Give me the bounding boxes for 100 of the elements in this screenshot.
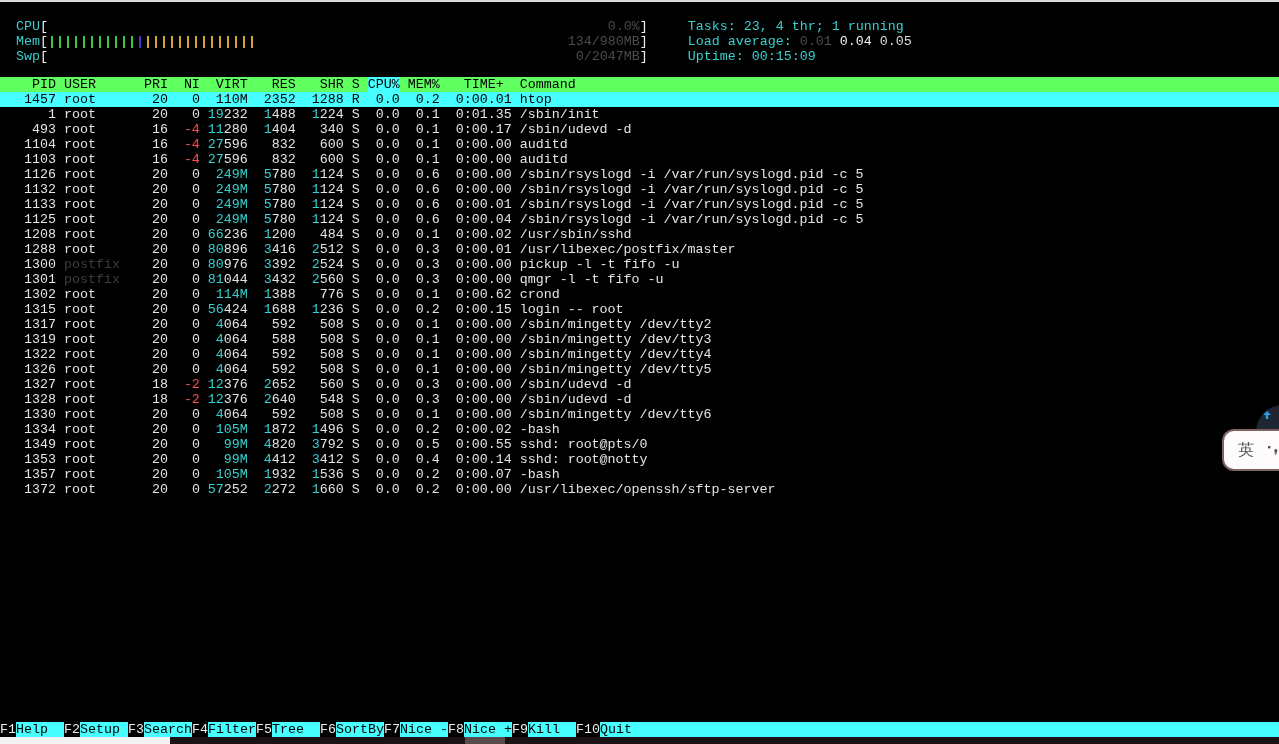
process-row[interactable]: 1126 root 20 0 249M 5780 1124 S 0.0 0.6 0:00.00 /sbin/rsyslogd -i /var/run/syslogd.pid -c 5 — [0, 167, 864, 182]
memory-percent-cell-text: 0.2 — [414, 422, 440, 437]
process-row[interactable]: 1357 root 20 0 105M 1932 1536 S 0.0 0.2 0:00.07 -bash — [0, 467, 560, 482]
punctuation-icon[interactable] — [1268, 445, 1278, 455]
process-row[interactable]: 1288 root 20 0 80896 3416 2512 S 0.0 0.3 0:00.01 /usr/libexec/postfix/master — [0, 242, 736, 257]
resident-memory-cell-text: 5780 — [262, 167, 296, 182]
process-row[interactable]: 1208 root 20 0 66236 1200 484 S 0.0 0.1 0:00.02 /usr/sbin/sshd — [0, 227, 632, 242]
virtual-memory-cell: 27596 — [207, 137, 248, 152]
cpu-percent-cell-text: 0.0 — [374, 302, 400, 317]
column-header[interactable]: MEM% — [407, 77, 440, 92]
user-cell-text: root — [63, 92, 97, 107]
process-row[interactable]: 1300 postfix 20 0 80976 3392 2524 S 0.0 0.3 0:00.00 pickup -l -t fifo -u — [0, 257, 680, 272]
pid-cell-text: 1300 — [23, 257, 56, 272]
nice-cell-text: -4 — [182, 122, 200, 137]
command-cell: /sbin/mingetty /dev/tty5 — [519, 362, 712, 377]
process-row[interactable]: 1317 root 20 0 4064 592 508 S 0.0 0.1 0:00.00 /sbin/mingetty /dev/tty2 — [0, 317, 712, 332]
process-row[interactable]: 1334 root 20 0 105M 1872 1496 S 0.0 0.2 0:00.02 -bash — [0, 422, 560, 437]
process-row[interactable]: 1103 root 16 -4 27596 832 600 S 0.0 0.1 0:00.00 auditd — [0, 152, 568, 167]
load-average-value: 0.05 — [879, 34, 912, 49]
function-key-button[interactable]: F6SortBy — [319, 722, 384, 737]
meter-bracket: ] — [639, 49, 648, 64]
memory-percent-cell-text: 0.2 — [414, 467, 440, 482]
process-row[interactable]: 1372 root 20 0 57252 2272 1660 S 0.0 0.2 0:00.00 /usr/libexec/openssh/sftp-server — [0, 482, 776, 497]
state-cell: S — [351, 377, 360, 392]
process-row[interactable]: 1133 root 20 0 249M 5780 1124 S 0.0 0.6 0:00.01 /sbin/rsyslogd -i /var/run/syslogd.pid -c 5 — [0, 197, 864, 212]
state-cell: S — [351, 227, 360, 242]
process-row[interactable]: 1301 postfix 20 0 81044 3432 2560 S 0.0 0.3 0:00.00 qmgr -l -t fifo -u — [0, 272, 664, 287]
process-row[interactable]: 1326 root 20 0 4064 592 508 S 0.0 0.1 0:00.00 /sbin/mingetty /dev/tty5 — [0, 362, 712, 377]
cpu-percent-cell-text: 0.0 — [374, 377, 400, 392]
column-header[interactable]: RES — [255, 77, 296, 92]
meter-bracket: [ — [40, 34, 48, 49]
time-cell-text: 0:00.55 — [454, 437, 512, 452]
process-row[interactable]: 1302 root 20 0 114M 1388 776 S 0.0 0.1 0:00.62 crond — [0, 287, 560, 302]
column-header[interactable]: SHR — [303, 77, 344, 92]
shared-memory-cell-text: 1224 — [310, 107, 344, 122]
process-row[interactable]: 1353 root 20 0 99M 4412 3412 S 0.0 0.4 0:00.14 sshd: root@notty — [0, 452, 648, 467]
shared-memory-cell-text: 3792 — [310, 437, 344, 452]
shared-memory-cell-text: 1236 — [310, 302, 344, 317]
process-row[interactable]: 1328 root 18 -2 12376 2640 548 S 0.0 0.3 0:00.00 /sbin/udevd -d — [0, 392, 632, 407]
pid-cell-text: 1104 — [23, 137, 56, 152]
state-cell: S — [351, 182, 360, 197]
resident-memory-cell-text: 1872 — [262, 422, 296, 437]
user-cell-text: root — [63, 437, 97, 452]
user-cell-text: root — [63, 392, 97, 407]
shared-memory-cell-text: 548 — [318, 392, 344, 407]
process-row[interactable]: 1 root 20 0 19232 1488 1224 S 0.0 0.1 0:01.35 /sbin/init — [0, 107, 600, 122]
scrollbar-thumb[interactable] — [465, 737, 505, 744]
column-header[interactable]: PRI — [143, 77, 168, 92]
nice-cell-text: -2 — [182, 392, 200, 407]
column-header[interactable]: USER — [63, 77, 136, 92]
shared-memory-cell-text: 508 — [318, 362, 344, 377]
function-key-button[interactable]: F8Nice + — [447, 722, 512, 737]
shared-memory-cell-text: 2524 — [310, 257, 344, 272]
input-mode-toggle[interactable]: 英 — [1238, 441, 1254, 459]
column-header[interactable]: CPU% — [367, 77, 400, 92]
process-row[interactable]: 1349 root 20 0 99M 4820 3792 S 0.0 0.5 0:00.55 sshd: root@pts/0 — [0, 437, 648, 452]
resident-memory-cell-text: 2640 — [262, 392, 296, 407]
shared-memory-cell-text: 1124 — [310, 182, 344, 197]
process-row[interactable]: 1319 root 20 0 4064 588 508 S 0.0 0.1 0:00.00 /sbin/mingetty /dev/tty3 — [0, 332, 712, 347]
function-key-button[interactable]: F3Search — [127, 722, 192, 737]
column-header[interactable]: PID — [0, 77, 56, 92]
cpu-percent-cell-text: 0.0 — [374, 257, 400, 272]
memory-percent-cell-text: 0.1 — [414, 107, 440, 122]
time-cell-text: 0:00.00 — [454, 257, 512, 272]
user-cell-text: root — [63, 122, 97, 137]
column-header[interactable]: Command — [519, 77, 576, 92]
process-row[interactable]: 1327 root 18 -2 12376 2652 560 S 0.0 0.3 0:00.00 /sbin/udevd -d — [0, 377, 632, 392]
cpu-percent-cell-text: 0.0 — [374, 197, 400, 212]
state-cell: S — [351, 392, 360, 407]
cpu-percent-cell-text: 0.0 — [374, 407, 400, 422]
column-header[interactable]: NI — [175, 77, 200, 92]
process-row[interactable]: 1457 root 20 0 110M 2352 1288 R 0.0 0.2 0:00.01 htop — [0, 92, 1279, 107]
column-header[interactable]: S — [351, 77, 360, 92]
meter-label: Swp — [16, 49, 40, 64]
column-header[interactable]: VIRT — [207, 77, 248, 92]
process-row[interactable]: 1125 root 20 0 249M 5780 1124 S 0.0 0.6 0:00.04 /sbin/rsyslogd -i /var/run/syslogd.pid -c 5 — [0, 212, 864, 227]
user-cell-text: root — [63, 362, 97, 377]
state-cell: S — [351, 272, 360, 287]
state-cell: S — [351, 152, 360, 167]
state-cell: S — [351, 347, 360, 362]
command-cell: /sbin/init — [519, 107, 600, 122]
process-row[interactable]: 1330 root 20 0 4064 592 508 S 0.0 0.1 0:00.00 /sbin/mingetty /dev/tty6 — [0, 407, 712, 422]
column-header[interactable]: TIME+ — [447, 77, 504, 92]
time-cell-text: 0:00.00 — [454, 362, 512, 377]
virtual-memory-cell-text: 4064 — [214, 362, 248, 377]
process-row[interactable]: 1132 root 20 0 249M 5780 1124 S 0.0 0.6 0:00.00 /sbin/rsyslogd -i /var/run/syslogd.pid -c 5 — [0, 182, 864, 197]
process-row[interactable]: 1322 root 20 0 4064 592 508 S 0.0 0.1 0:00.00 /sbin/mingetty /dev/tty4 — [0, 347, 712, 362]
virtual-memory-cell: 80976 — [207, 257, 248, 272]
time-cell-text: 0:00.00 — [454, 377, 512, 392]
resident-memory-cell-text: 2272 — [262, 482, 296, 497]
shared-memory-cell-text: 2560 — [310, 272, 344, 287]
process-row[interactable]: 1104 root 16 -4 27596 832 600 S 0.0 0.1 0:00.00 auditd — [0, 137, 568, 152]
memory-percent-cell-text: 0.5 — [414, 437, 440, 452]
virtual-memory-cell-text: 4064 — [214, 407, 248, 422]
priority-cell-text: 16 — [150, 122, 168, 137]
process-row[interactable]: 1315 root 20 0 56424 1688 1236 S 0.0 0.2 0:00.15 login -- root — [0, 302, 624, 317]
process-row[interactable]: 493 root 16 -4 11280 1404 340 S 0.0 0.1 0:00.17 /sbin/udevd -d — [0, 122, 632, 137]
cpu-percent-cell-text: 0.0 — [374, 242, 400, 257]
memory-percent-cell-text: 0.1 — [414, 122, 440, 137]
time-cell-text: 0:00.01 — [454, 197, 512, 212]
